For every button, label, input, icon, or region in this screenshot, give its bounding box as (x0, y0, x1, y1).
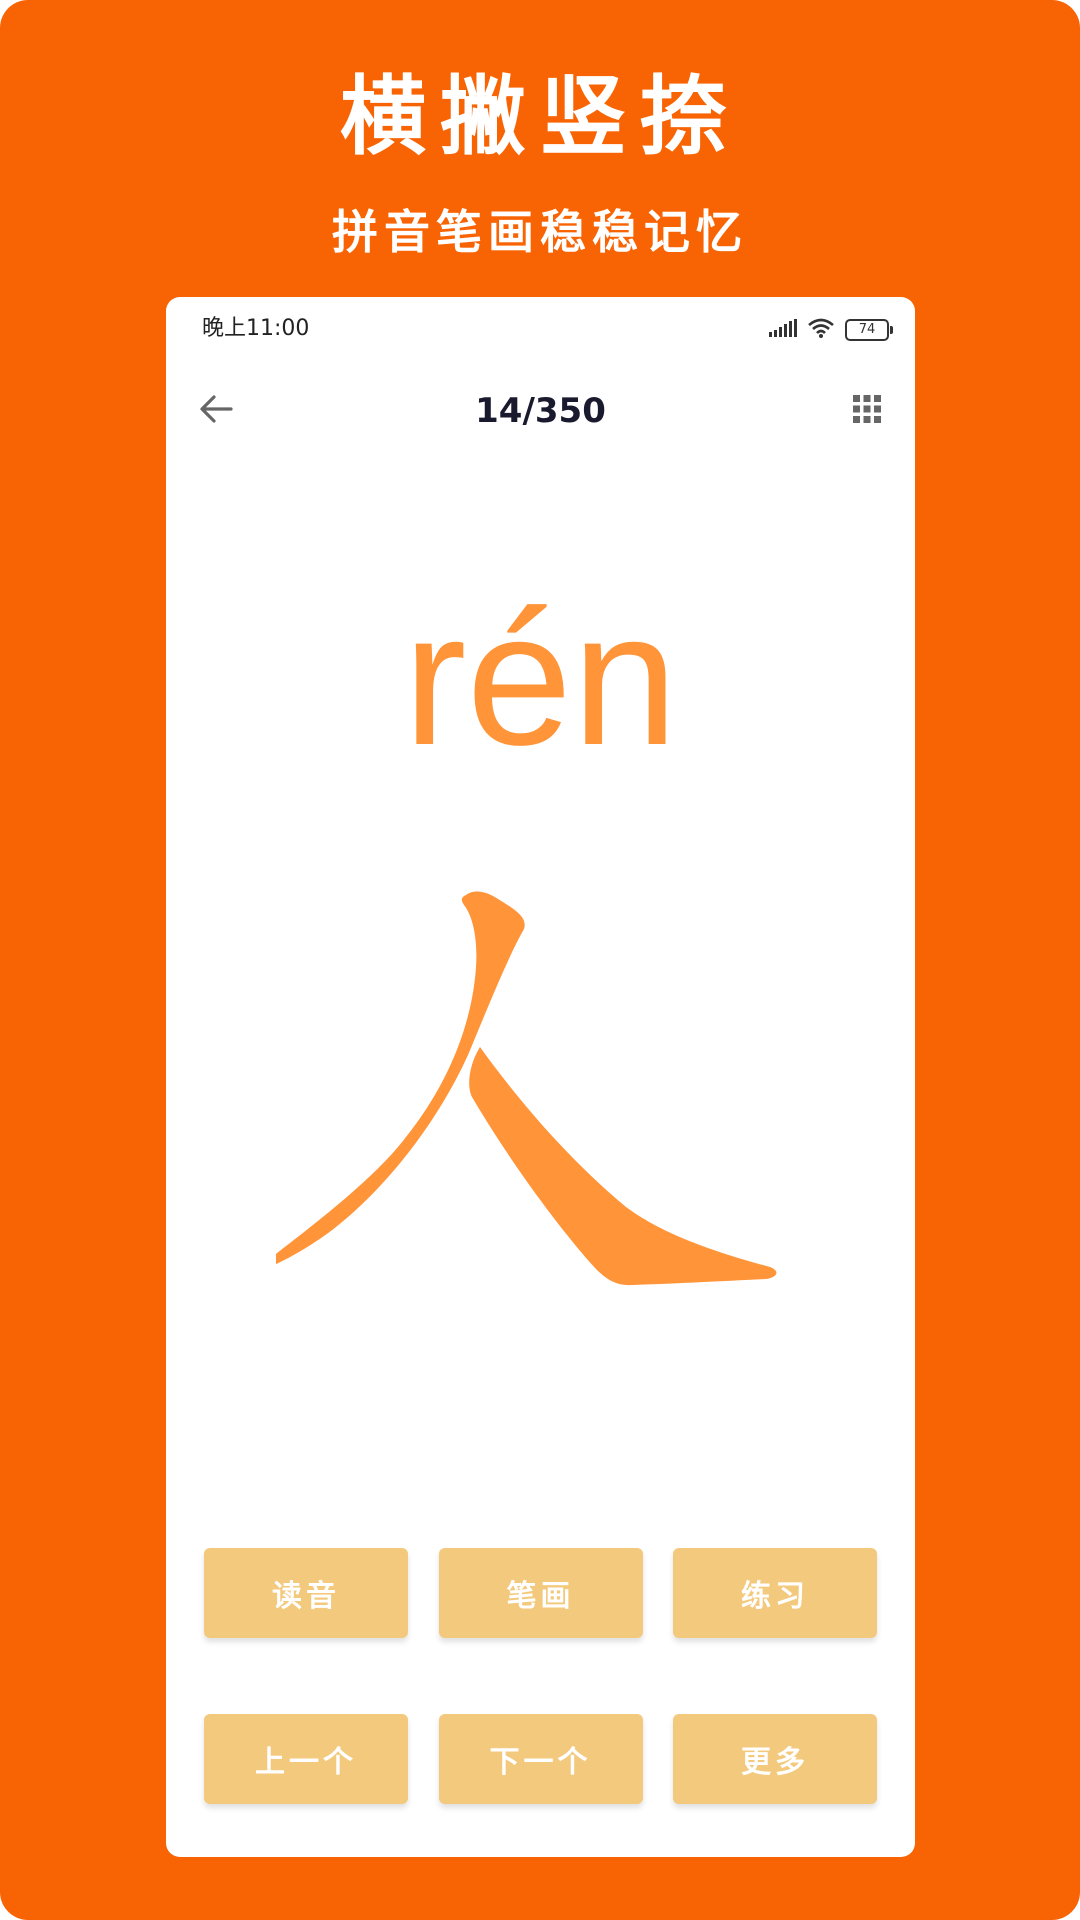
grid-menu-button[interactable] (847, 391, 887, 431)
wifi-icon (807, 318, 835, 342)
strokes-button[interactable]: 笔画 (438, 1548, 643, 1638)
practice-button[interactable]: 练习 (673, 1548, 877, 1638)
pinyin-text: rén (403, 573, 678, 785)
promo-background: 横撇竖捺 拼音笔画稳稳记忆 晚上11:00 74 14/350 rén 读音 笔… (0, 0, 1080, 1920)
status-time: 晚上11:00 (202, 316, 310, 341)
character-stroke-drawing (268, 887, 796, 1337)
grid-menu-icon (853, 395, 881, 427)
next-button[interactable]: 下一个 (438, 1714, 643, 1804)
promo-headline: 横撇竖捺 (340, 67, 740, 167)
action-row-primary: 读音 笔画 练习 (204, 1548, 877, 1638)
battery-icon: 74 (845, 319, 893, 341)
status-icons: 74 (769, 317, 893, 343)
nav-bar: 14/350 (166, 375, 915, 447)
promo-subheadline: 拼音笔画稳稳记忆 (332, 205, 748, 259)
previous-button[interactable]: 上一个 (204, 1714, 408, 1804)
action-row-navigation: 上一个 下一个 更多 (204, 1714, 877, 1804)
more-button[interactable]: 更多 (673, 1714, 877, 1804)
signal-icon (769, 319, 797, 341)
progress-counter: 14/350 (475, 391, 606, 431)
phone-screen: 晚上11:00 74 14/350 rén 读音 笔画 练习 上一个 下一个 更… (166, 297, 915, 1857)
status-bar: 晚上11:00 74 (166, 297, 915, 361)
pronunciation-button[interactable]: 读音 (204, 1548, 408, 1638)
